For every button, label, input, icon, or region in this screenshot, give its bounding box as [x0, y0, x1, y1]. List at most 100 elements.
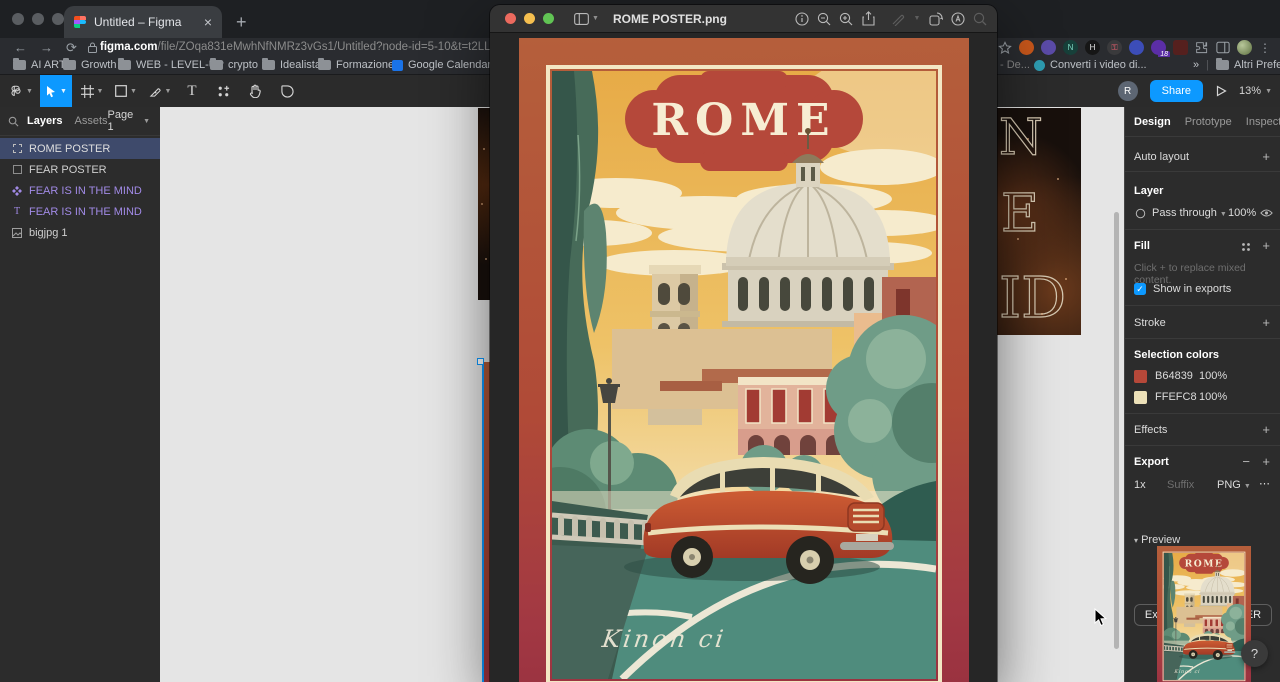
new-tab-button[interactable]: + — [236, 10, 247, 34]
tab-inspect[interactable]: Inspect — [1246, 116, 1280, 128]
styles-icon[interactable] — [1241, 242, 1251, 252]
preview-window-titlebar[interactable]: ▼ ROME POSTER.png ▼ — [490, 5, 997, 33]
bookmark-item[interactable]: Formazione — [318, 59, 394, 71]
export-format-select[interactable]: PNG ▼ — [1217, 479, 1251, 491]
other-bookmarks-folder[interactable]: Altri Preferiti — [1216, 59, 1280, 71]
rome-poster-image[interactable]: ROME — [1157, 546, 1251, 682]
browser-traffic-lights[interactable] — [12, 13, 64, 25]
color-swatch[interactable] — [1134, 370, 1147, 383]
layer-row-rome-poster[interactable]: ROME POSTER — [0, 138, 160, 159]
bookmark-item[interactable]: AI ART — [13, 59, 66, 71]
layer-row-component[interactable]: FEAR IS IN THE MIND — [0, 180, 160, 201]
figma-main-menu[interactable]: ▼ — [4, 75, 38, 107]
bookmark-item[interactable]: crypto — [210, 59, 258, 71]
extension-icon-purple[interactable] — [1041, 40, 1056, 55]
canvas-scrollbar[interactable] — [1114, 212, 1119, 649]
minimize-window-icon[interactable] — [524, 13, 535, 24]
blend-mode-icon[interactable] — [1135, 208, 1146, 219]
reload-icon[interactable]: ⟳ — [66, 40, 77, 56]
present-icon[interactable] — [1215, 85, 1227, 97]
browser-menu-icon[interactable]: ⋮ — [1259, 41, 1271, 55]
bookmark-item[interactable]: Idealista — [262, 59, 321, 71]
bookmark-item[interactable]: - De... — [1000, 59, 1030, 71]
zoom-window-icon[interactable] — [543, 13, 554, 24]
hand-tool[interactable] — [240, 75, 270, 107]
address-bar[interactable]: figma.com/file/ZOqa831eMwhNfNMRz3vGs1/Un… — [100, 41, 492, 53]
eye-visibility-icon[interactable] — [1260, 208, 1273, 218]
preview-section-toggle[interactable]: ▾ Preview — [1134, 534, 1180, 546]
close-window-icon[interactable] — [505, 13, 516, 24]
pen-tool[interactable]: ▼ — [144, 75, 176, 107]
info-icon[interactable] — [791, 12, 813, 26]
bookmark-item-converti[interactable]: Converti i video di... — [1034, 59, 1147, 71]
shape-tool[interactable]: ▼ — [110, 75, 142, 107]
show-in-exports-checkbox[interactable]: ✓ — [1134, 283, 1146, 295]
resources-tool[interactable] — [208, 75, 238, 107]
layer-opacity-value[interactable]: 100% — [1228, 207, 1256, 219]
tab-design[interactable]: Design — [1134, 116, 1171, 128]
rome-poster-canvas-selected-edge[interactable] — [482, 362, 490, 682]
rome-poster-image[interactable]: ROME — [519, 38, 969, 682]
extension-icon-key[interactable]: ⚿ — [1107, 40, 1122, 55]
puzzle-extensions-icon[interactable] — [1195, 41, 1209, 55]
share-button[interactable]: Share — [1150, 80, 1203, 102]
bookmark-star-icon[interactable] — [998, 41, 1012, 55]
zoom-window-icon[interactable] — [52, 13, 64, 25]
export-options-menu[interactable]: ⋯ — [1259, 477, 1270, 490]
page-selector[interactable]: Page 1▼ — [108, 109, 151, 133]
layer-row-image[interactable]: bigjpg 1 — [0, 222, 160, 243]
color-hex-value[interactable]: B64839 — [1155, 370, 1193, 382]
bookmark-item[interactable]: WEB - LEVEL-UP — [118, 59, 224, 71]
preview-app-window[interactable]: ▼ ROME POSTER.png ▼ — [490, 5, 997, 682]
extension-icon-h[interactable]: H — [1085, 40, 1100, 55]
extension-icon-darkred[interactable] — [1173, 40, 1188, 55]
layer-row-fear-poster[interactable]: FEAR POSTER — [0, 159, 160, 180]
tab-assets[interactable]: Assets — [74, 115, 107, 127]
color-opacity-value[interactable]: 100% — [1199, 391, 1227, 403]
layer-row-text[interactable]: T FEAR IS IN THE MIND — [0, 201, 160, 222]
add-fill-button[interactable]: + — [1262, 238, 1270, 253]
extension-icon-n[interactable]: N — [1063, 40, 1078, 55]
fear-poster-canvas-left-edge[interactable] — [478, 108, 490, 300]
fear-poster-canvas-fragment[interactable]: N E ID — [997, 108, 1081, 335]
browser-profile-avatar[interactable] — [1237, 40, 1252, 55]
zoom-level-control[interactable]: 13%▼ — [1239, 85, 1272, 97]
search-icon[interactable] — [8, 116, 19, 127]
rotate-icon[interactable] — [925, 12, 947, 26]
bookmark-item[interactable]: Growth — [63, 59, 116, 71]
tab-prototype[interactable]: Prototype — [1185, 116, 1232, 128]
extension-icon-badge[interactable]: 18 — [1151, 40, 1166, 55]
color-hex-value[interactable]: FFEFC8 — [1155, 391, 1197, 403]
tab-close-icon[interactable]: × — [204, 15, 212, 29]
share-icon[interactable] — [857, 11, 879, 26]
bookmarks-overflow-chevron[interactable]: » — [1193, 59, 1199, 71]
markup-toolbar-icon[interactable] — [947, 12, 969, 26]
chevron-down-icon[interactable]: ▼ — [592, 15, 599, 22]
remove-export-button[interactable]: − — [1242, 454, 1250, 469]
tab-layers[interactable]: Layers — [27, 115, 62, 127]
text-tool[interactable]: T — [178, 75, 206, 107]
extension-icon-blue[interactable] — [1129, 40, 1144, 55]
add-stroke-button[interactable]: + — [1262, 315, 1270, 330]
back-icon[interactable]: ← — [14, 40, 27, 55]
export-suffix-field[interactable]: Suffix — [1167, 479, 1194, 491]
blend-mode-select[interactable]: Pass through ▼ — [1152, 207, 1227, 219]
extension-icon-orange[interactable] — [1019, 40, 1034, 55]
move-tool[interactable]: ▼ — [40, 75, 72, 107]
comment-tool[interactable] — [272, 75, 302, 107]
add-auto-layout-button[interactable]: + — [1262, 149, 1270, 164]
export-scale-select[interactable]: 1x — [1134, 479, 1146, 491]
help-button[interactable]: ? — [1241, 640, 1268, 667]
add-effect-button[interactable]: + — [1262, 422, 1270, 437]
selection-handle[interactable] — [477, 358, 484, 365]
user-avatar[interactable]: R — [1118, 81, 1138, 101]
close-window-icon[interactable] — [12, 13, 24, 25]
color-swatch[interactable] — [1134, 391, 1147, 404]
preview-traffic-lights[interactable] — [505, 13, 554, 24]
minimize-window-icon[interactable] — [32, 13, 44, 25]
browser-tab[interactable]: Untitled – Figma × — [64, 6, 222, 38]
frame-tool[interactable]: ▼ — [76, 75, 108, 107]
sidebar-toggle-icon[interactable] — [570, 13, 592, 25]
color-opacity-value[interactable]: 100% — [1199, 370, 1227, 382]
forward-icon[interactable]: → — [40, 40, 53, 55]
